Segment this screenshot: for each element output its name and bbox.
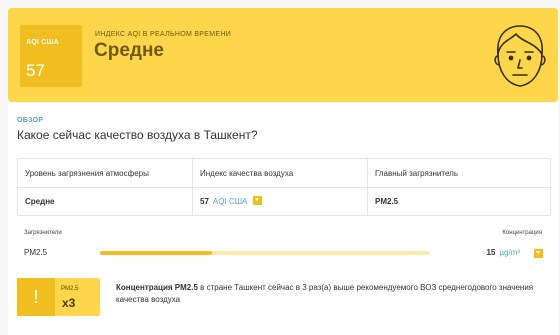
summary-table: Уровень загрязнения атмосферы Индекс кач… [17,158,551,216]
realtime-label: ИНДЕКС AQI В РЕАЛЬНОМ ВРЕМЕНИ [95,31,232,38]
pollutants-header: Загрязнители [24,230,62,236]
aqi-level-title: Средне [94,40,164,61]
warning-pollutant: PM2.5 [61,286,79,292]
pollutant-name: PM2.5 [24,248,48,257]
page-question: Какое сейчас качество воздуха в Ташкент? [17,128,258,142]
chevron-down-icon[interactable] [253,196,263,206]
aqi-unit-link[interactable]: AQI США [213,197,247,206]
warning-multiplier: x3 [62,296,76,310]
section-label: ОБЗОР [17,117,44,124]
cell-pollutant: PM2.5 [367,187,551,216]
table-row: Средне 57 AQI США PM2.5 [17,187,551,216]
face-moderate-icon [494,25,546,87]
table-header-row: Уровень загрязнения атмосферы Индекс кач… [17,158,551,188]
warning-icon: ! [17,278,55,316]
warning-badge: ! PM2.5 x3 [17,278,100,316]
concentration-number: 15 [486,248,496,257]
header-level: Уровень загрязнения атмосферы [17,158,193,188]
cell-level: Средне [17,187,193,216]
header-pollutant: Главный загрязнитель [367,158,551,188]
warning-text-bold: Концентрация PM2.5 [116,283,198,292]
concentration-value: 15 µg/m³ [486,248,520,257]
aqi-label: AQI США [26,39,59,46]
concentration-header: Концентрация [502,230,542,236]
concentration-unit[interactable]: µg/m³ [499,248,520,257]
concentration-bar-fill [100,251,213,255]
cell-aqi: 57 AQI США [192,187,368,216]
overview-card: ОБЗОР Какое сейчас качество воздуха в Та… [8,103,558,335]
chevron-down-icon[interactable] [534,249,543,258]
warning-text: Концентрация PM2.5 в стране Ташкент сейч… [116,282,536,306]
header-aqi: Индекс качества воздуха [192,158,368,188]
cell-aqi-number: 57 [200,196,209,206]
concentration-bar [100,251,430,255]
aqi-value: 57 [26,61,45,80]
aqi-value-box: AQI США 57 [20,25,82,87]
aqi-banner: AQI США 57 ИНДЕКС AQI В РЕАЛЬНОМ ВРЕМЕНИ… [8,8,558,102]
